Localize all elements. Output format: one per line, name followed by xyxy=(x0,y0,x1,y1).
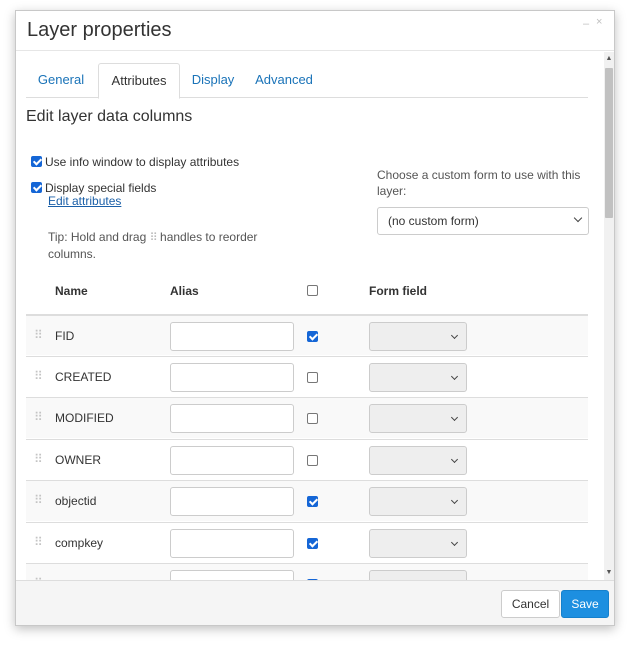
column-header-form-field: Form field xyxy=(369,284,428,298)
drag-handle-icon[interactable]: ⠿ xyxy=(34,369,43,383)
chevron-down-icon xyxy=(450,413,459,422)
drag-handle-icon[interactable]: ⠿ xyxy=(34,328,43,342)
table-row: ⠿ MODIFIED xyxy=(26,397,588,438)
use-info-window-label: Use info window to display attributes xyxy=(45,155,240,169)
table-row: ⠿ CREATED xyxy=(26,355,588,397)
chevron-down-icon xyxy=(450,372,459,380)
edit-attributes-link[interactable]: Edit attributes xyxy=(48,194,121,208)
drag-handle-icon[interactable]: ⠿ xyxy=(34,452,43,466)
section-title: Edit layer data columns xyxy=(26,108,193,125)
form-field-select[interactable] xyxy=(369,570,467,580)
alias-input[interactable] xyxy=(170,528,294,558)
chevron-down-icon xyxy=(573,213,583,223)
alias-input[interactable] xyxy=(170,322,294,351)
dialog-body: General Attributes Display Advanced Edit… xyxy=(16,52,604,580)
column-header-alias: Alias xyxy=(170,284,199,298)
display-special-fields-option[interactable]: Display special fields xyxy=(31,181,156,195)
table-row: ⠿ compkey xyxy=(26,521,588,563)
tab-attributes[interactable]: Attributes xyxy=(98,63,180,99)
form-field-select[interactable] xyxy=(369,362,467,392)
save-button[interactable]: Save xyxy=(561,590,609,618)
scrollbar-thumb[interactable] xyxy=(605,68,613,218)
form-field-select[interactable] xyxy=(369,528,467,558)
dialog-title: Layer properties xyxy=(27,19,172,41)
table-row: ⠿ FID xyxy=(26,314,588,355)
minimize-icon[interactable]: – xyxy=(583,18,589,30)
cancel-button[interactable]: Cancel xyxy=(501,590,560,618)
scroll-down-icon[interactable]: ▼ xyxy=(604,568,614,578)
field-name: compkey xyxy=(55,535,104,550)
field-name: MODIFIED xyxy=(55,411,114,425)
custom-form-selected-value: (no custom form) xyxy=(388,214,479,228)
display-special-fields-label: Display special fields xyxy=(45,181,157,195)
alias-input[interactable] xyxy=(170,404,294,433)
alias-input[interactable] xyxy=(170,487,294,516)
layer-properties-dialog: Layer properties – × General Attributes … xyxy=(15,10,615,626)
vertical-scrollbar[interactable]: ▲ ▼ xyxy=(604,52,614,580)
custom-form-select[interactable]: (no custom form) xyxy=(377,207,589,235)
use-info-window-option[interactable]: Use info window to display attributes xyxy=(31,155,239,169)
drag-handle-icon: ⠿ xyxy=(149,232,158,244)
select-all-checkbox[interactable] xyxy=(307,285,318,296)
use-info-window-checkbox[interactable] xyxy=(31,156,42,167)
tab-general[interactable]: General xyxy=(26,63,96,98)
visible-checkbox[interactable] xyxy=(307,413,318,424)
visible-checkbox[interactable] xyxy=(307,454,318,466)
chevron-down-icon xyxy=(450,331,459,340)
form-field-select[interactable] xyxy=(369,404,467,433)
chevron-down-icon xyxy=(450,496,459,505)
tip-text-before: Tip: Hold and drag xyxy=(48,230,147,244)
table-row: ⠿ xyxy=(26,563,588,580)
field-name: FID xyxy=(55,329,75,343)
form-field-select[interactable] xyxy=(369,445,467,475)
reorder-tip: Tip: Hold and drag ⠿ handles to reorder … xyxy=(48,229,278,262)
dialog-titlebar[interactable]: Layer properties – × xyxy=(16,11,614,51)
visible-checkbox[interactable] xyxy=(307,371,318,383)
dialog-footer: Cancel Save xyxy=(16,580,614,625)
table-row: ⠿ OWNER xyxy=(26,438,588,480)
field-name: OWNER xyxy=(55,452,101,467)
close-icon[interactable]: × xyxy=(596,16,602,28)
chevron-down-icon xyxy=(450,455,459,463)
visible-checkbox[interactable] xyxy=(307,331,318,342)
visible-checkbox[interactable] xyxy=(307,537,318,549)
field-name: objectid xyxy=(55,494,97,508)
visible-checkbox[interactable] xyxy=(307,496,318,507)
tab-display[interactable]: Display xyxy=(184,63,242,98)
table-row: ⠿ objectid xyxy=(26,480,588,521)
drag-handle-icon[interactable]: ⠿ xyxy=(34,410,43,424)
form-field-select[interactable] xyxy=(369,322,467,351)
alias-input[interactable] xyxy=(170,445,294,475)
tab-advanced[interactable]: Advanced xyxy=(248,63,320,98)
field-name: CREATED xyxy=(55,369,112,384)
column-header-name: Name xyxy=(55,284,88,298)
form-field-select[interactable] xyxy=(369,487,467,516)
tab-bar: General Attributes Display Advanced xyxy=(26,63,588,99)
chevron-down-icon xyxy=(450,538,459,546)
drag-handle-icon[interactable]: ⠿ xyxy=(34,493,43,507)
scroll-up-icon[interactable]: ▲ xyxy=(604,54,614,64)
alias-input[interactable] xyxy=(170,570,294,580)
drag-handle-icon[interactable]: ⠿ xyxy=(34,535,43,549)
custom-form-label: Choose a custom form to use with this la… xyxy=(377,168,581,198)
display-special-fields-checkbox[interactable] xyxy=(31,182,42,193)
alias-input[interactable] xyxy=(170,362,294,392)
